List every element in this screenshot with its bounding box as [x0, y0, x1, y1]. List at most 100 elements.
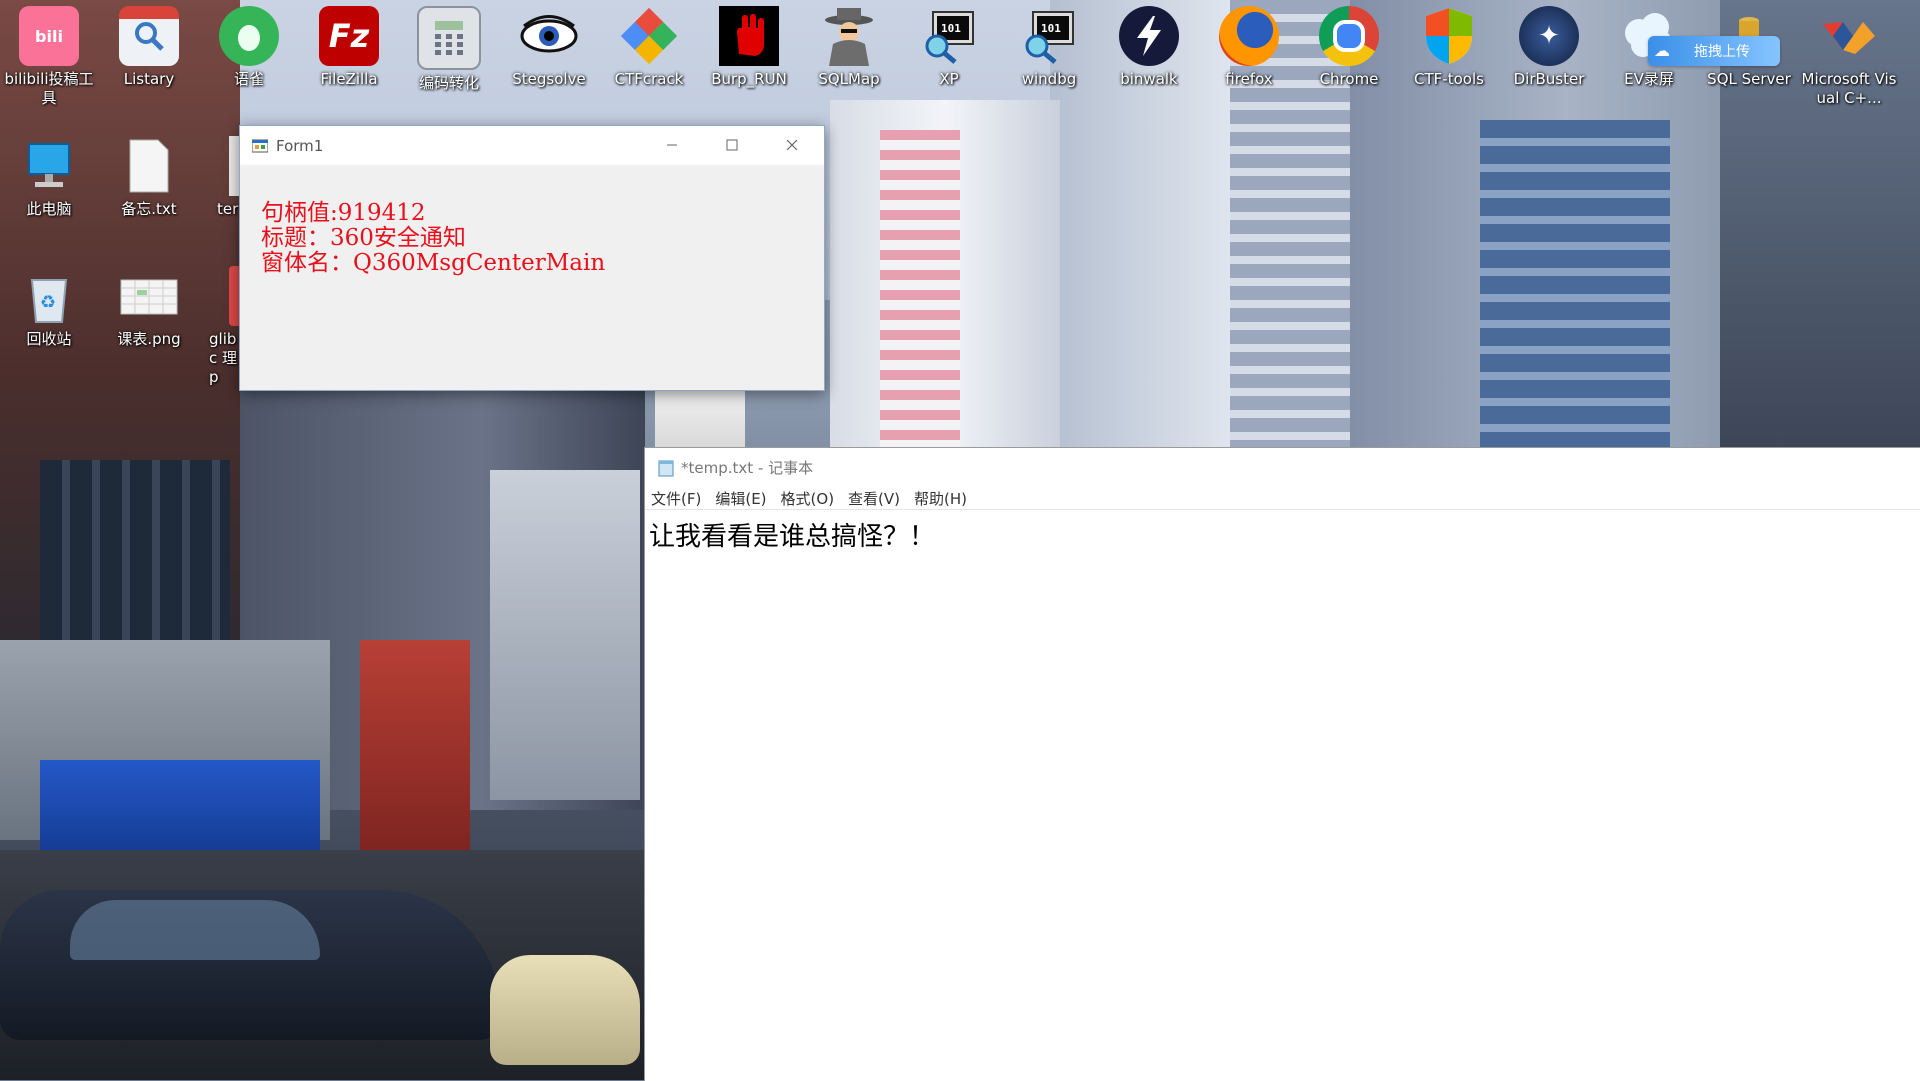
desktop-icon-filezilla[interactable]: Fz FileZilla [301, 0, 397, 89]
desktop-icon-yuque[interactable]: 语雀 [201, 0, 297, 89]
desktop-icon-label: SQL Server [1707, 70, 1791, 88]
desktop-icon-bilibili[interactable]: bili bilibili投稿工具 [1, 0, 97, 108]
desktop-icon-label: XP [939, 70, 959, 88]
form1-content: 句柄值:919412 标题：360安全通知 窗体名：Q360MsgCenterM… [240, 165, 824, 276]
desktop-icon-label: Stegsolve [512, 70, 586, 88]
desktop-icon-stegsolve[interactable]: Stegsolve [501, 0, 597, 89]
form-app-icon [251, 138, 269, 154]
desktop-icon-label: CTFcrack [614, 70, 684, 88]
desktop-icon-label: 备忘.txt [121, 200, 177, 218]
window-class-label: 窗体名：Q360MsgCenterMain [261, 250, 606, 276]
desktop-icon-label: 课表.png [117, 330, 181, 348]
visual-cpp-icon [1819, 6, 1879, 66]
desktop-icon-label: Chrome [1319, 70, 1379, 88]
desktop-icon-binwalk[interactable]: binwalk [1101, 0, 1197, 89]
desktop-icon-label: bilibili投稿工具 [4, 70, 94, 107]
desktop-icon-label: binwalk [1120, 70, 1178, 88]
detective-icon [819, 6, 879, 66]
desktop-icon-visual-cpp[interactable]: Microsoft Visual C+... [1801, 0, 1897, 108]
desktop-icon-label: glibc 理p [209, 330, 238, 386]
ctfcrack-icon [619, 6, 679, 66]
menu-edit[interactable]: 编辑(E) [715, 488, 766, 509]
debugger-icon: 101 [919, 6, 979, 66]
desktop-icon-encoder[interactable]: 编码转化 [401, 0, 497, 93]
svg-text:101: 101 [941, 22, 961, 35]
desktop-icon-label: windbg [1021, 70, 1077, 88]
desktop-icon-memo-txt[interactable]: 备忘.txt [101, 130, 197, 219]
debugger-icon: 101 [1019, 6, 1079, 66]
desktop-icon-label: Burp_RUN [711, 70, 787, 88]
desktop-icon-label: EV录屏 [1624, 70, 1674, 88]
desktop-icon-label: FileZilla [320, 70, 378, 88]
svg-text:101: 101 [1041, 22, 1061, 35]
cloud-icon: ☁ [1654, 41, 1670, 60]
desktop-icon-label: CTF-tools [1414, 70, 1484, 88]
notepad-text-area[interactable]: 让我看看是谁总搞怪？！ [645, 509, 1920, 553]
lightning-icon [1119, 6, 1179, 66]
eye-icon [519, 6, 579, 66]
close-button[interactable] [762, 126, 822, 165]
form1-titlebar[interactable]: Form1 [240, 126, 824, 165]
desktop-icon-burp[interactable]: Burp_RUN [701, 0, 797, 89]
desktop-icon-listary[interactable]: Listary [101, 0, 197, 89]
image-file-icon [119, 266, 179, 326]
desktop-icon-dirbuster[interactable]: ✦ DirBuster [1501, 0, 1597, 89]
desktop-icon-label: 语雀 [233, 70, 264, 88]
desktop-icon-label: SQLMap [818, 70, 880, 88]
shield-icon [1419, 6, 1479, 66]
dirbuster-icon: ✦ [1519, 6, 1579, 66]
desktop-icon-schedule-png[interactable]: 课表.png [101, 260, 197, 349]
bilibili-icon: bili [19, 6, 79, 66]
upload-badge-label: 拖拽上传 [1694, 44, 1750, 60]
close-icon [786, 136, 798, 155]
desktop-icon-recycle-bin[interactable]: ♻ 回收站 [1, 260, 97, 349]
svg-text:♻: ♻ [40, 292, 56, 313]
chrome-icon [1319, 6, 1379, 66]
notepad-title: *temp.txt - 记事本 [681, 459, 814, 477]
listary-icon [119, 6, 179, 66]
hand-icon [719, 6, 779, 66]
minimize-icon [666, 136, 678, 155]
desktop-icon-label: 此电脑 [26, 200, 72, 218]
calculator-icon [417, 6, 481, 70]
notepad-icon [657, 459, 675, 477]
desktop-icon-ctf-tools[interactable]: CTF-tools [1401, 0, 1497, 89]
computer-icon [19, 136, 79, 196]
desktop-icon-firefox[interactable]: firefox [1201, 0, 1297, 89]
notepad-titlebar[interactable]: *temp.txt - 记事本 [645, 448, 1920, 487]
desktop-icon-ter[interactable]: ter [201, 130, 241, 219]
handle-value-label: 句柄值:919412 [261, 200, 426, 226]
desktop-icon-label: Microsoft Visual C+... [1801, 70, 1897, 107]
menu-format[interactable]: 格式(O) [781, 488, 835, 509]
desktop-icon-label: firefox [1225, 70, 1273, 88]
upload-badge[interactable]: ☁ 拖拽上传 [1648, 36, 1780, 66]
minimize-button[interactable] [642, 126, 702, 165]
recycle-bin-icon: ♻ [19, 266, 79, 326]
yuque-icon [219, 6, 279, 66]
menu-help[interactable]: 帮助(H) [914, 488, 967, 509]
notepad-text: 让我看看是谁总搞怪？！ [649, 522, 936, 552]
form1-window[interactable]: Form1 句柄值:919412 标题：360安全通知 窗体名：Q360MsgC… [239, 125, 825, 391]
window-title-label: 标题：360安全通知 [261, 225, 466, 251]
desktop-icon-this-pc[interactable]: 此电脑 [1, 130, 97, 219]
desktop-icon-label: ter [217, 200, 239, 218]
menu-file[interactable]: 文件(F) [651, 488, 701, 509]
desktop-icon-ctfcrack[interactable]: CTFcrack [601, 0, 697, 89]
menu-view[interactable]: 查看(V) [848, 488, 900, 509]
desktop-icon-glibc[interactable]: glibc 理p [201, 260, 241, 387]
notepad-window[interactable]: *temp.txt - 记事本 文件(F) 编辑(E) 格式(O) 查看(V) … [644, 447, 1920, 1081]
notepad-menubar: 文件(F) 编辑(E) 格式(O) 查看(V) 帮助(H) [645, 487, 1920, 509]
maximize-button[interactable] [702, 126, 762, 165]
desktop-icon-label: 编码转化 [418, 74, 479, 92]
desktop-icon-windbg[interactable]: 101 windbg [1001, 0, 1097, 89]
maximize-icon [726, 136, 738, 155]
filezilla-icon: Fz [319, 6, 379, 66]
desktop-icon-xp[interactable]: 101 XP [901, 0, 997, 89]
desktop-icon-sqlmap[interactable]: SQLMap [801, 0, 897, 89]
text-file-icon [119, 136, 179, 196]
desktop-icon-label: DirBuster [1513, 70, 1585, 88]
firefox-icon [1219, 6, 1279, 66]
form1-title: Form1 [276, 136, 324, 155]
desktop-icon-chrome[interactable]: Chrome [1301, 0, 1397, 89]
desktop-icon-label: 回收站 [26, 330, 72, 348]
